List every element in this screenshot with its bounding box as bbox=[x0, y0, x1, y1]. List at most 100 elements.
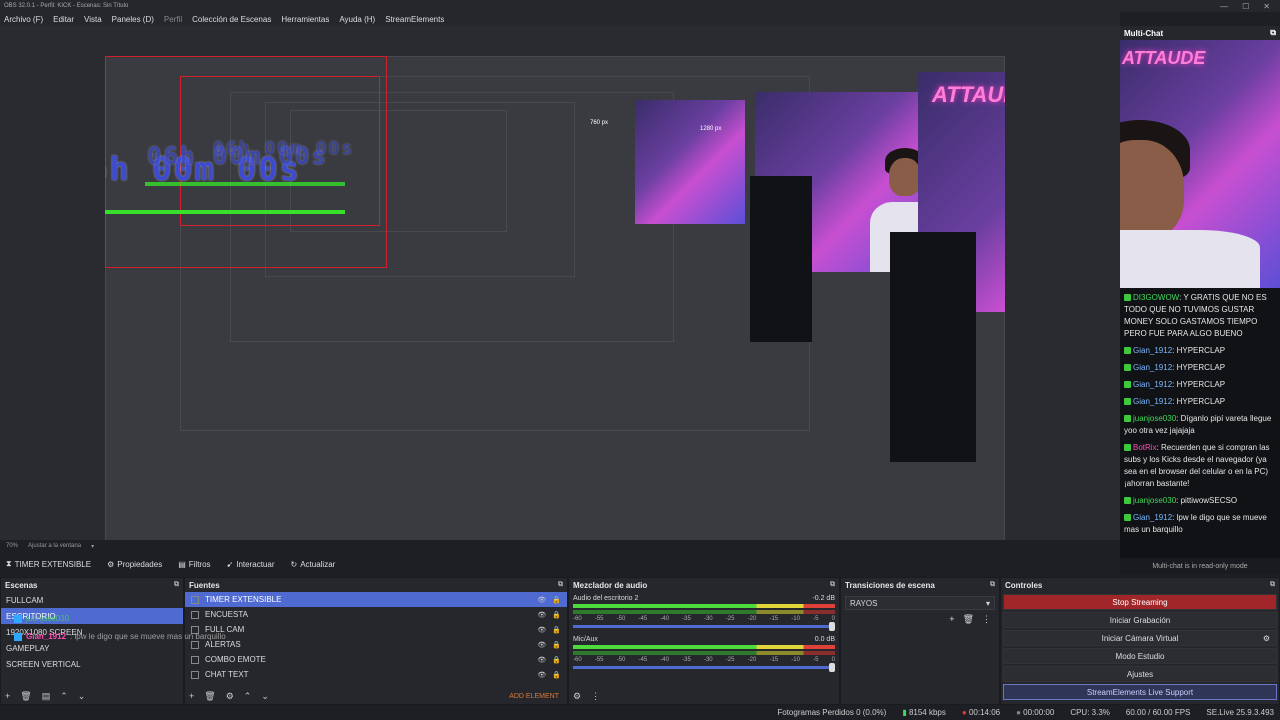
menu-streamelements[interactable]: StreamElements bbox=[385, 15, 444, 24]
chat-platform-icon bbox=[1124, 364, 1131, 371]
menu-paneles[interactable]: Paneles (D) bbox=[112, 15, 154, 24]
gear-icon[interactable]: ⚙ bbox=[226, 691, 234, 702]
scene-item[interactable]: FULLCAM bbox=[1, 592, 183, 608]
dock-options-icon[interactable]: ⧉ bbox=[1270, 581, 1275, 589]
add-element-button[interactable]: ADD ELEMENT bbox=[509, 693, 559, 700]
trash-icon[interactable]: 🗑 bbox=[963, 614, 974, 625]
down-icon[interactable]: ⌄ bbox=[261, 691, 269, 702]
zoom-fit-label[interactable]: Ajustar a la ventana bbox=[28, 543, 81, 549]
scene-item[interactable]: SCREEN VERTICAL bbox=[1, 656, 183, 672]
lock-icon[interactable]: 🔒 bbox=[552, 671, 561, 679]
chat-platform-icon bbox=[1124, 347, 1131, 354]
transition-actions: + 🗑 ⋮ bbox=[841, 614, 991, 625]
menu-vista[interactable]: Vista bbox=[84, 15, 102, 24]
menu-herramientas[interactable]: Herramientas bbox=[281, 15, 329, 24]
mixer-track-mic: Mic/Aux 0.0 dB -60 -55 -50 -45 -40 -35 -30 -25 -2… bbox=[573, 636, 835, 672]
dock-options-icon[interactable]: ⧉ bbox=[558, 581, 563, 589]
neon-sign: ATTAUDE bbox=[1122, 48, 1206, 68]
more-icon[interactable]: ⋮ bbox=[982, 614, 991, 625]
menu-perfil[interactable]: Perfil bbox=[164, 15, 182, 24]
trash-icon[interactable]: 🗑 bbox=[20, 691, 31, 702]
stop-streaming-button[interactable]: Stop Streaming bbox=[1003, 594, 1277, 610]
lock-icon[interactable]: 🔒 bbox=[552, 626, 561, 634]
up-icon[interactable]: ⌃ bbox=[244, 691, 252, 702]
dock-options-icon[interactable]: ⧉ bbox=[990, 581, 995, 589]
nested-chat-preview bbox=[890, 232, 976, 462]
add-icon[interactable]: + bbox=[5, 691, 10, 702]
transitions-header: Transiciones de escena ⧉ bbox=[845, 580, 995, 590]
start-virtual-camera-button[interactable]: Iniciar Cámara Virtual ⚙ bbox=[1003, 630, 1277, 646]
menu-ayuda[interactable]: Ayuda (H) bbox=[339, 15, 375, 24]
live-support-button[interactable]: StreamElements Live Support bbox=[1003, 684, 1277, 700]
interact-button[interactable]: ➹ Interactuar bbox=[227, 560, 275, 569]
settings-button[interactable]: Ajustes bbox=[1003, 666, 1277, 682]
menu-editar[interactable]: Editar bbox=[53, 15, 74, 24]
lock-icon[interactable]: 🔒 bbox=[552, 641, 561, 649]
chat-platform-icon bbox=[1124, 294, 1131, 301]
audio-mixer-dock: Mezclador de audio ⧉ Audio del escritorio… bbox=[568, 577, 840, 705]
menubar: Archivo (F) Editar Vista Paneles (D) Per… bbox=[0, 12, 1120, 26]
studio-mode-button[interactable]: Modo Estudio bbox=[1003, 648, 1277, 664]
source-item[interactable]: CHAT TEXT 👁 🔒 bbox=[185, 667, 567, 682]
maximize-icon[interactable]: ☐ bbox=[1242, 2, 1249, 11]
sources-dock: Fuentes ⧉ TIMER EXTENSIBLE 👁 🔒 ENCUESTA 👁 🔒 F… bbox=[184, 577, 568, 705]
close-icon[interactable]: ✕ bbox=[1263, 2, 1270, 11]
minimize-icon[interactable]: — bbox=[1220, 2, 1228, 11]
add-icon[interactable]: + bbox=[949, 614, 954, 625]
menu-archivo[interactable]: Archivo (F) bbox=[4, 15, 43, 24]
dock-options-icon[interactable]: ⧉ bbox=[1270, 28, 1276, 38]
neon-sign: ATTAUDE bbox=[932, 82, 1005, 107]
eye-icon[interactable]: 👁 bbox=[537, 656, 546, 664]
preview-area[interactable]: 06h 00m 00s 06h 00m 00s 06h 00m 00s ATTA… bbox=[0, 26, 1120, 540]
lock-icon[interactable]: 🔒 bbox=[552, 611, 561, 619]
source-item[interactable]: FULL CAM 👁 🔒 bbox=[185, 622, 567, 637]
mixer-track-desktop: Audio del escritorio 2 -0.2 dB -60 -55 -50-… bbox=[573, 595, 835, 631]
webcam-small-4 bbox=[635, 100, 745, 224]
eye-icon[interactable]: 👁 bbox=[537, 611, 546, 619]
eye-icon[interactable]: 👁 bbox=[537, 671, 546, 679]
track-db: 0.0 dB bbox=[814, 636, 835, 643]
eye-icon[interactable]: 👁 bbox=[537, 641, 546, 649]
dock-options-icon[interactable]: ⧉ bbox=[830, 581, 835, 589]
properties-button[interactable]: ⚙ Propiedades bbox=[107, 560, 162, 569]
zoom-bar: 70% Ajustar a la ventana ▾ bbox=[0, 540, 1120, 552]
trash-icon[interactable]: 🗑 bbox=[204, 691, 215, 702]
lock-icon[interactable]: 🔒 bbox=[552, 656, 561, 664]
overlay-chat-user: Gian_1912 bbox=[26, 632, 67, 641]
eye-icon[interactable]: 👁 bbox=[537, 626, 546, 634]
zoom-value[interactable]: 70% bbox=[6, 543, 18, 549]
lock-icon[interactable]: 🔒 bbox=[552, 596, 561, 604]
rec-dot-icon: ● bbox=[1016, 708, 1021, 717]
source-item[interactable]: COMBO EMOTE 👁 🔒 bbox=[185, 652, 567, 667]
refresh-button[interactable]: ↻ Actualizar bbox=[290, 560, 335, 569]
filter-icon[interactable]: ▤ bbox=[42, 691, 51, 702]
track-name: Audio del escritorio 2 bbox=[573, 595, 639, 602]
gear-icon: ⚙ bbox=[107, 559, 115, 569]
volume-slider[interactable] bbox=[573, 622, 835, 631]
chat-platform-icon bbox=[1124, 398, 1131, 405]
multichat-dock: Multi-Chat ⧉ ATTAUDE DI3GOWOW: Y GRATIS Q… bbox=[1120, 26, 1280, 574]
gear-icon[interactable]: ⚙ bbox=[1263, 634, 1270, 643]
dock-options-icon[interactable]: ⧉ bbox=[174, 581, 179, 589]
preview-canvas[interactable]: 06h 00m 00s 06h 00m 00s 06h 00m 00s ATTA… bbox=[105, 56, 1005, 540]
volume-slider[interactable] bbox=[573, 663, 835, 672]
up-icon[interactable]: ⌃ bbox=[60, 691, 68, 702]
gear-icon[interactable]: ⚙ bbox=[573, 691, 581, 702]
window-controls: — ☐ ✕ bbox=[1220, 2, 1280, 11]
add-icon[interactable]: + bbox=[189, 691, 194, 702]
source-item-selected[interactable]: TIMER EXTENSIBLE 👁 🔒 bbox=[185, 592, 567, 607]
source-item[interactable]: ALERTAS 👁 🔒 bbox=[185, 637, 567, 652]
more-icon[interactable]: ⋮ bbox=[591, 691, 600, 702]
down-icon[interactable]: ⌄ bbox=[78, 691, 86, 702]
menu-coleccion[interactable]: Colección de Escenas bbox=[192, 15, 271, 24]
multichat-messages: DI3GOWOW: Y GRATIS QUE NO ES TODO QUE NO… bbox=[1124, 292, 1276, 541]
scene-item[interactable]: GAMEPLAY bbox=[1, 640, 183, 656]
filters-button[interactable]: ▤ Filtros bbox=[178, 560, 210, 569]
start-recording-button[interactable]: Iniciar Grabación bbox=[1003, 612, 1277, 628]
source-item[interactable]: ENCUESTA 👁 🔒 bbox=[185, 607, 567, 622]
overlay-chat-line-1: juanjose030 bbox=[14, 614, 69, 623]
se-version: SE.Live 25.9.3.493 bbox=[1206, 708, 1274, 717]
transition-select[interactable]: RAYOS ▾ bbox=[845, 596, 995, 610]
chevron-down-icon[interactable]: ▾ bbox=[91, 543, 94, 550]
eye-icon[interactable]: 👁 bbox=[537, 596, 546, 604]
